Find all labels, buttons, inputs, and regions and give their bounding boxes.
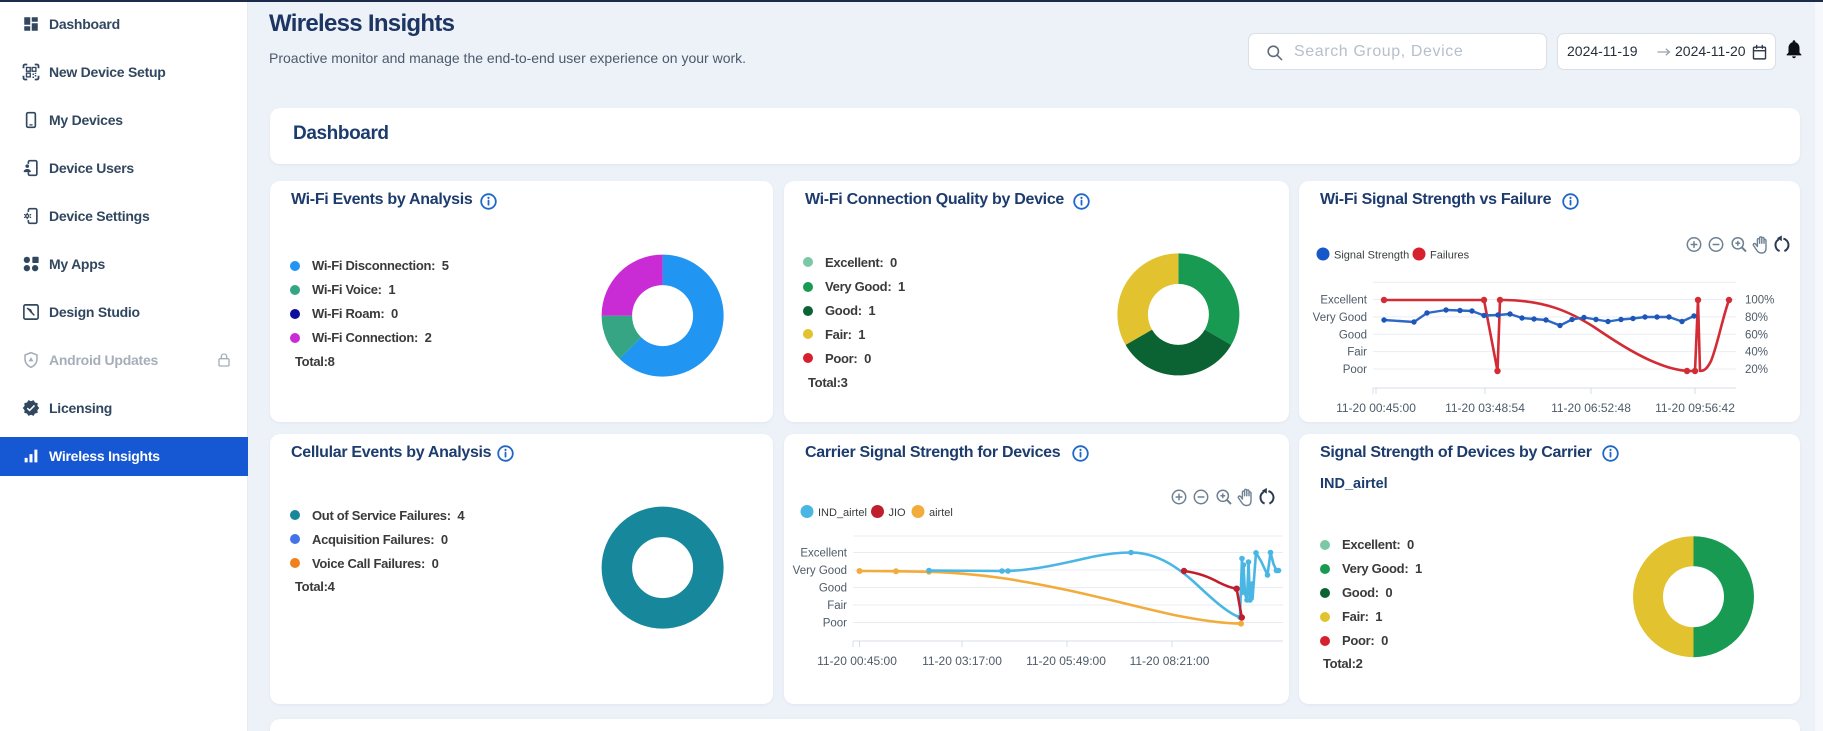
svg-text:Excellent: Excellent: [800, 548, 847, 560]
svg-text:Good: Good: [819, 583, 847, 595]
svg-text:Fair: Fair: [827, 600, 847, 612]
svg-text:60%: 60%: [1745, 329, 1768, 341]
svg-text:11-20 03:48:54: 11-20 03:48:54: [1445, 401, 1525, 415]
svg-text:Poor: Poor: [823, 618, 847, 630]
svg-text:Signal Strength: Signal Strength: [1334, 250, 1409, 262]
svg-text:11-20 00:45:00: 11-20 00:45:00: [817, 654, 897, 668]
svg-text:80%: 80%: [1745, 312, 1768, 324]
svg-text:40%: 40%: [1745, 347, 1768, 359]
svg-text:11-20 00:45:00: 11-20 00:45:00: [1336, 401, 1416, 415]
svg-text:Very Good: Very Good: [1313, 312, 1367, 324]
svg-text:Failures: Failures: [1430, 250, 1470, 262]
svg-text:JIO: JIO: [889, 507, 907, 519]
svg-text:11-20 08:21:00: 11-20 08:21:00: [1130, 654, 1210, 668]
svg-text:Good: Good: [1339, 329, 1367, 341]
svg-text:airtel: airtel: [929, 507, 953, 519]
svg-text:11-20 06:52:48: 11-20 06:52:48: [1551, 401, 1631, 415]
svg-text:20%: 20%: [1745, 364, 1768, 376]
svg-text:Fair: Fair: [1347, 347, 1367, 359]
svg-text:Poor: Poor: [1343, 364, 1367, 376]
svg-text:Excellent: Excellent: [1320, 295, 1367, 307]
svg-text:11-20 09:56:42: 11-20 09:56:42: [1655, 401, 1735, 415]
svg-text:IND_airtel: IND_airtel: [818, 507, 867, 519]
svg-text:100%: 100%: [1745, 295, 1774, 307]
svg-text:Very Good: Very Good: [793, 565, 847, 577]
svg-text:11-20 05:49:00: 11-20 05:49:00: [1026, 654, 1106, 668]
svg-text:11-20 03:17:00: 11-20 03:17:00: [922, 654, 1002, 668]
